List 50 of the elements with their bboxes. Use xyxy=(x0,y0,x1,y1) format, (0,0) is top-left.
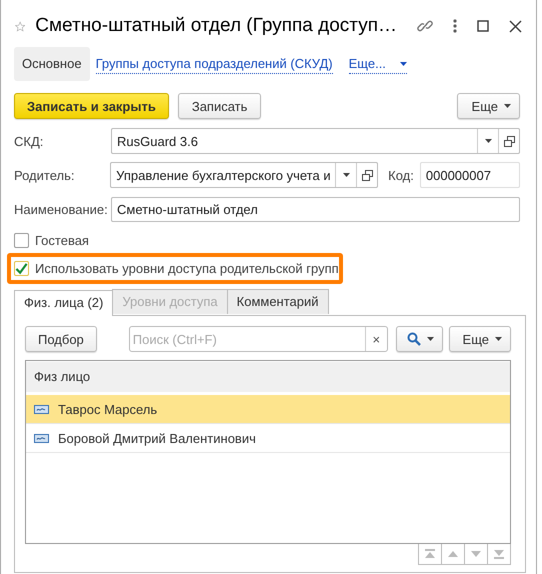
save-and-close-button[interactable]: Записать и закрыть xyxy=(14,93,169,119)
search-button[interactable] xyxy=(396,326,443,352)
field-label: Код: xyxy=(388,168,414,182)
up-icon xyxy=(446,549,460,559)
checkbox[interactable] xyxy=(14,261,29,276)
more-link[interactable]: Еще... xyxy=(348,54,407,74)
table-row[interactable]: Боровой Дмитрий Валентинович xyxy=(26,424,510,453)
field-label: СКД: xyxy=(14,134,44,148)
caret-icon xyxy=(426,337,434,341)
field-label: Наименование: xyxy=(14,202,109,216)
table-row[interactable]: Таврос Марсель xyxy=(26,395,510,424)
close-icon[interactable] xyxy=(509,20,522,32)
caret-icon xyxy=(400,62,407,66)
caret-icon xyxy=(495,337,502,341)
tab[interactable]: Физ. лица (2) xyxy=(14,290,114,316)
tab[interactable]: Комментарий xyxy=(226,289,329,314)
field-label: Родитель: xyxy=(14,168,76,182)
caret-icon xyxy=(484,139,492,143)
window-title: Сметно-штатный отдел (Группа доступ… xyxy=(35,15,397,37)
person-card-icon xyxy=(34,434,49,442)
pick-button[interactable]: Подбор xyxy=(25,326,97,352)
clear-button[interactable]: × xyxy=(364,327,387,351)
name-field[interactable]: Сметно-штатный отдел xyxy=(111,196,520,222)
nav-link[interactable]: Основное xyxy=(14,47,90,81)
more-options-icon[interactable] xyxy=(453,19,457,33)
caret-icon xyxy=(342,173,350,177)
nav-link[interactable]: Группы доступа подразделений (СКУД) xyxy=(96,54,333,74)
column-header: Физ лицо xyxy=(26,361,510,395)
open-icon xyxy=(504,136,514,146)
person-card-icon xyxy=(34,404,49,414)
search-icon xyxy=(406,332,421,346)
table-cell: Таврос Марсель xyxy=(58,402,158,416)
down-icon xyxy=(469,549,483,559)
first-icon xyxy=(423,549,437,559)
caret-icon xyxy=(504,104,511,108)
checkbox-label: Использовать уровни доступа родительской групп xyxy=(35,261,339,276)
checkbox[interactable] xyxy=(14,232,29,248)
checkbox-label: Гостевая xyxy=(35,232,89,248)
code-field[interactable]: 000000007 xyxy=(420,162,520,188)
skd-field[interactable]: RusGuard 3.6 xyxy=(111,128,520,154)
maximize-icon[interactable] xyxy=(477,20,489,32)
more-button[interactable]: Еще xyxy=(456,93,520,119)
parent-field[interactable]: Управление бухгалтерского учета и xyxy=(110,162,378,188)
table-cell: Боровой Дмитрий Валентинович xyxy=(58,430,256,446)
save-button[interactable]: Записать xyxy=(178,93,262,119)
link-icon[interactable] xyxy=(417,18,433,34)
open-icon xyxy=(362,170,373,180)
more-button[interactable]: Еще xyxy=(448,326,511,352)
last-icon xyxy=(492,549,506,559)
search-field[interactable]: Поиск (Ctrl+F) × xyxy=(128,326,388,352)
